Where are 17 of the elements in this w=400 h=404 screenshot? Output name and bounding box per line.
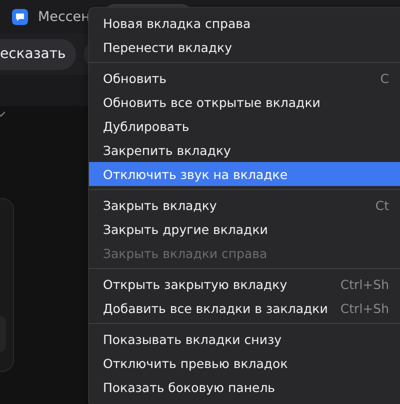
menu-item[interactable]: Добавить все вкладки в закладки Ctrl+Sh (89, 296, 400, 320)
menu-item[interactable]: Обновить все открытые вкладки (89, 90, 400, 114)
menu-item[interactable]: Закрыть вкладку Ct (89, 193, 400, 217)
browser-tab[interactable]: Мессен (12, 8, 90, 24)
menu-item[interactable]: Перенести вкладку (89, 35, 400, 59)
menu-item[interactable]: Показывать вкладки снизу (89, 327, 400, 351)
menu-item[interactable]: Закрыть другие вкладки (89, 217, 400, 241)
menu-item[interactable]: Обновить C (89, 66, 400, 90)
menu-item[interactable]: Отключить звук на вкладке (89, 162, 400, 186)
menu-item[interactable]: Дублировать (89, 114, 400, 138)
menu-item[interactable]: Открыть закрытую вкладку Ctrl+Sh (89, 272, 400, 296)
menu-item[interactable]: Отключить превью вкладок (89, 351, 400, 375)
retell-button[interactable]: есказать (0, 38, 76, 70)
chat-icon (12, 8, 28, 24)
menu-item[interactable]: Закрепить вкладку (89, 138, 400, 162)
menu-item[interactable]: Показать боковую панель (89, 375, 400, 399)
menu-item[interactable]: Новая вкладка справа (89, 11, 400, 35)
